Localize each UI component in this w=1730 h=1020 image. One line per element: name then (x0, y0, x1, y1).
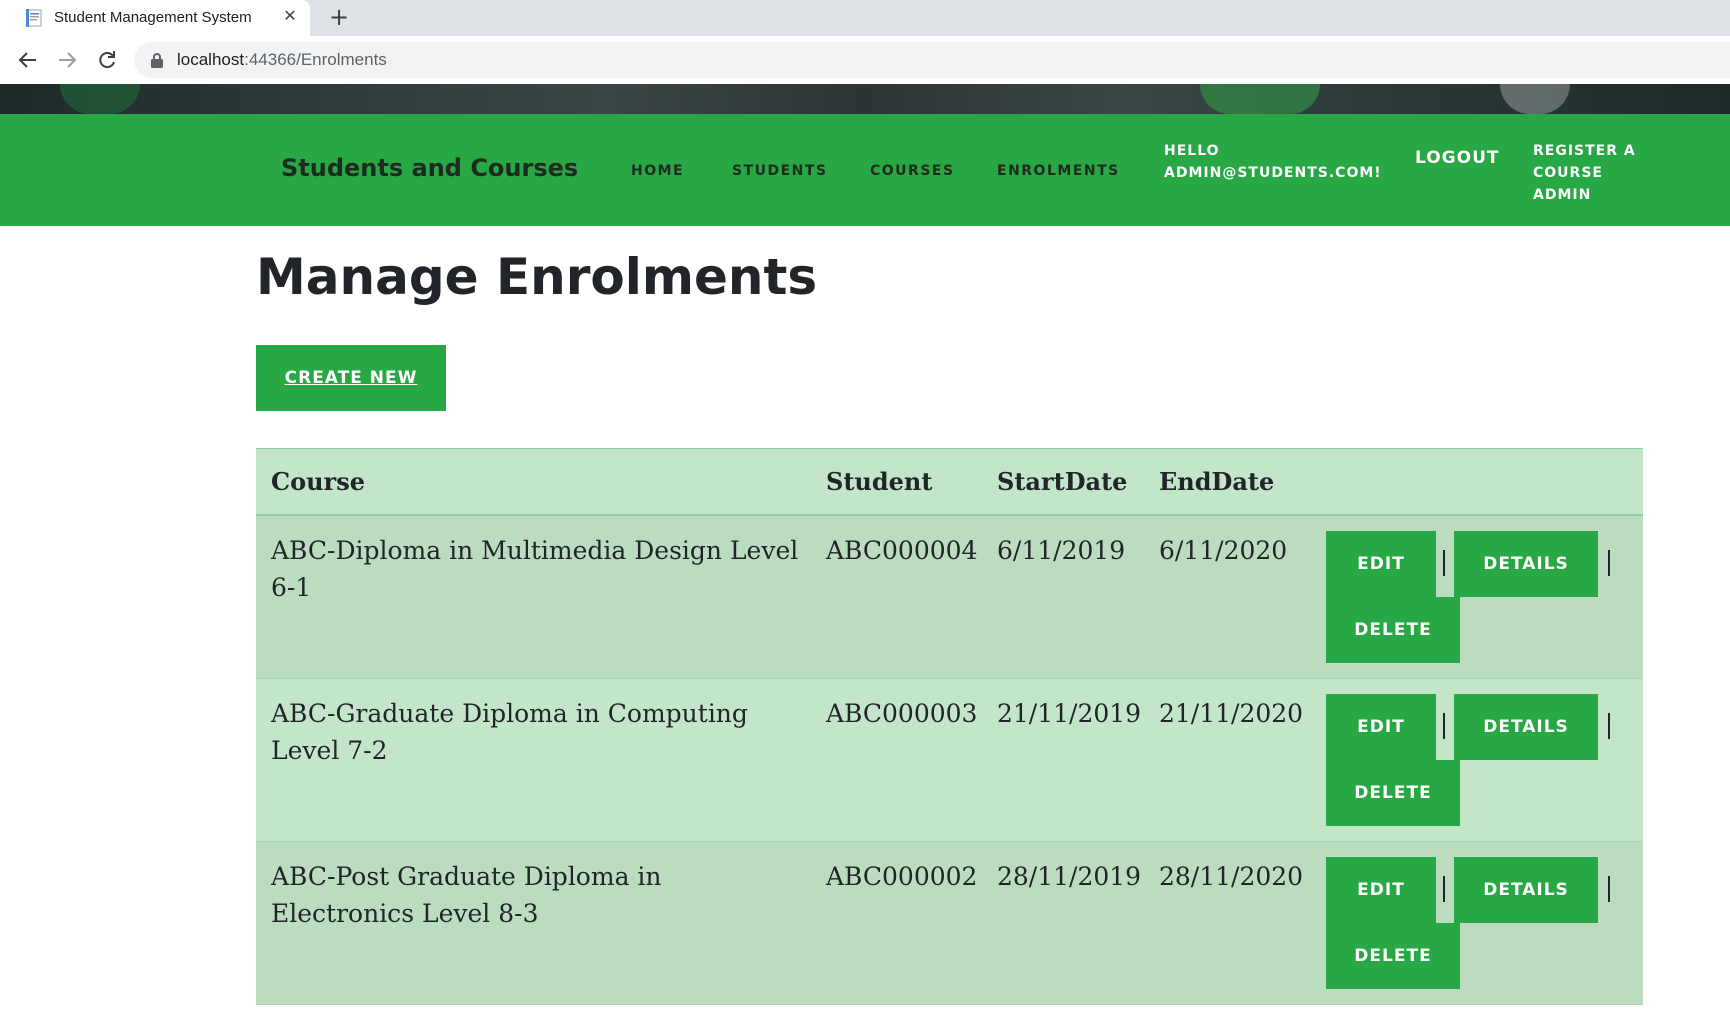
nav-register-admin[interactable]: REGISTER A COURSE ADMIN (1533, 140, 1643, 206)
delete-button[interactable]: DELETE (1326, 923, 1460, 989)
nav-students[interactable]: STUDENTS (732, 163, 828, 179)
forward-arrow-icon[interactable] (51, 44, 83, 76)
site-brand[interactable]: Students and Courses (281, 154, 578, 182)
cell-start-date: 21/11/2019 (997, 699, 1142, 728)
table-row: ABC-Graduate Diploma in Computing Level … (256, 679, 1643, 842)
close-icon[interactable]: ✕ (280, 6, 300, 26)
edit-button[interactable]: EDIT (1326, 531, 1436, 597)
nav-enrolments[interactable]: ENROLMENTS (997, 163, 1120, 179)
nav-courses[interactable]: COURSES (870, 163, 955, 179)
separator (1443, 713, 1445, 739)
site-navbar: Students and Courses HOME STUDENTS COURS… (0, 114, 1730, 226)
back-arrow-icon[interactable] (12, 44, 44, 76)
separator (1608, 713, 1610, 739)
document-icon (26, 9, 44, 27)
cell-end-date: 21/11/2020 (1159, 699, 1304, 728)
header-end-date: EndDate (1159, 467, 1275, 496)
cell-student: ABC000003 (826, 699, 978, 728)
edit-button[interactable]: EDIT (1326, 694, 1436, 760)
details-button[interactable]: DETAILS (1454, 694, 1598, 760)
hero-image (0, 84, 1730, 114)
table-row: ABC-Diploma in Multimedia Design Level 6… (256, 516, 1643, 679)
create-new-button[interactable]: CREATE NEW (256, 345, 446, 411)
table-row: ABC-Post Graduate Diploma in Electronics… (256, 842, 1643, 1005)
table-header: Course Student StartDate EndDate (256, 448, 1643, 516)
url-text: localhost:44366/Enrolments (177, 50, 387, 69)
separator (1443, 876, 1445, 902)
cell-start-date: 6/11/2019 (997, 536, 1126, 565)
enrolments-table: Course Student StartDate EndDate ABC-Dip… (256, 448, 1643, 1005)
delete-button[interactable]: DELETE (1326, 597, 1460, 663)
reload-icon[interactable] (91, 44, 123, 76)
separator (1443, 550, 1445, 576)
separator (1608, 550, 1610, 576)
cell-end-date: 6/11/2020 (1159, 536, 1288, 565)
nav-logout[interactable]: LOGOUT (1415, 148, 1499, 168)
browser-toolbar: localhost:44366/Enrolments (0, 36, 1730, 84)
cell-start-date: 28/11/2019 (997, 862, 1142, 891)
details-button[interactable]: DETAILS (1454, 857, 1598, 923)
cell-end-date: 28/11/2020 (1159, 862, 1304, 891)
tab-title: Student Management System (54, 9, 252, 26)
page-title: Manage Enrolments (256, 248, 818, 306)
cell-course: ABC-Post Graduate Diploma in Electronics… (271, 862, 662, 928)
cell-course: ABC-Graduate Diploma in Computing Level … (271, 699, 748, 765)
browser-tabstrip: Student Management System ✕ + (0, 0, 1730, 36)
delete-button[interactable]: DELETE (1326, 760, 1460, 826)
nav-home[interactable]: HOME (631, 163, 684, 179)
cell-course: ABC-Diploma in Multimedia Design Level 6… (271, 536, 799, 602)
cell-student: ABC000004 (826, 536, 978, 565)
edit-button[interactable]: EDIT (1326, 857, 1436, 923)
header-course: Course (271, 467, 365, 496)
address-bar[interactable]: localhost:44366/Enrolments (134, 42, 1730, 78)
header-start-date: StartDate (997, 467, 1128, 496)
plus-icon[interactable]: + (326, 4, 352, 30)
separator (1608, 876, 1610, 902)
details-button[interactable]: DETAILS (1454, 531, 1598, 597)
browser-tab[interactable]: Student Management System ✕ (0, 0, 310, 36)
lock-icon (150, 52, 164, 68)
header-student: Student (826, 467, 933, 496)
nav-hello-user[interactable]: HELLO ADMIN@STUDENTS.COM! (1164, 140, 1384, 184)
cell-student: ABC000002 (826, 862, 978, 891)
